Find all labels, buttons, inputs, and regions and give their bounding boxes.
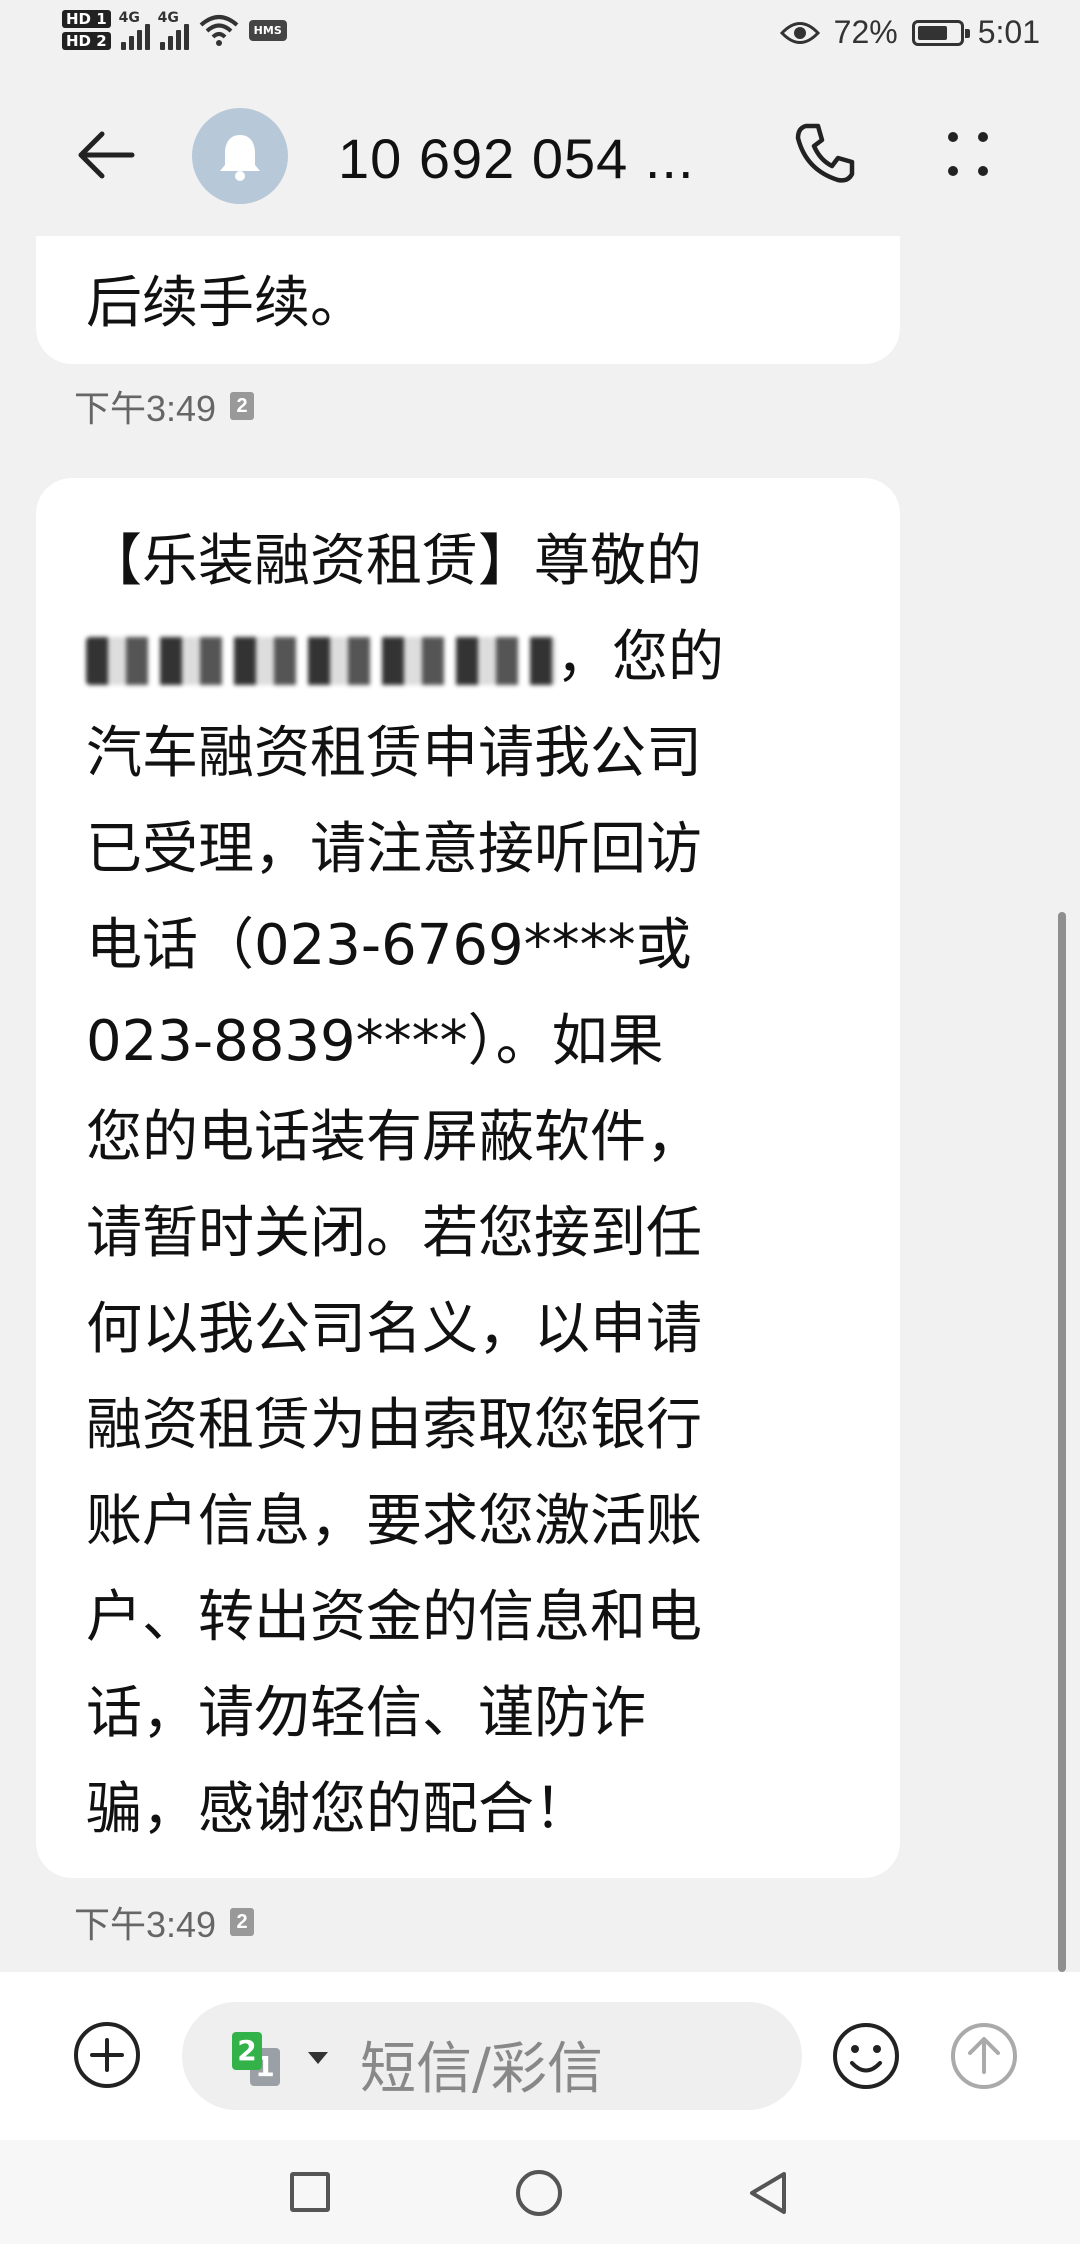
message-line: 户、转出资金的信息和电: [86, 1585, 702, 1650]
battery-icon: [911, 19, 970, 46]
signal-2-icon: 4G: [157, 10, 189, 50]
network-1-label: 4G: [118, 10, 140, 26]
message-2-text: 【乐装融资租赁】尊敬的 ，您的 汽车融资租赁申请我公司 已受理，请注意接听回访 …: [86, 514, 846, 1858]
message-1-text: 后续手续。: [86, 271, 366, 336]
send-icon[interactable]: [948, 2020, 1020, 2092]
message-line: 话，请勿轻信、谨防诈: [86, 1681, 646, 1746]
conversation-header: 10 692 054 ...: [0, 90, 1080, 220]
recents-icon[interactable]: [290, 2172, 330, 2212]
system-nav-bar: [0, 2140, 1080, 2244]
battery-percent: 72%: [833, 14, 898, 50]
message-line: ，您的: [86, 610, 846, 706]
clock: 5:01: [977, 14, 1040, 50]
message-line: 023-8839****）。如果: [86, 1009, 664, 1074]
message-2-meta: 下午3:49 2: [74, 1896, 255, 1948]
sim-front-badge: 2: [232, 2032, 262, 2070]
eye-icon: [779, 21, 820, 44]
wifi-icon: [199, 15, 238, 46]
message-line: 请暂时关闭。若您接到任: [86, 1201, 702, 1266]
network-2-label: 4G: [157, 10, 179, 26]
hd-badges: HD 1 HD 2: [62, 10, 111, 50]
add-attachment-icon[interactable]: [72, 2020, 142, 2090]
status-bar: HD 1 HD 2 4G 4G HMS 72% 5:01: [0, 0, 1080, 80]
composer-bar: 1 2 短信/彩信: [0, 1972, 1080, 2140]
message-input[interactable]: 1 2 短信/彩信: [182, 2002, 802, 2110]
chevron-down-icon[interactable]: [308, 2052, 328, 2064]
message-line: 何以我公司名义，以申请: [86, 1297, 702, 1362]
hms-icon: HMS: [248, 19, 287, 41]
back-arrow-icon[interactable]: [72, 120, 142, 190]
sim-icon: 2: [230, 392, 255, 420]
sim-selector[interactable]: 1 2: [232, 2032, 292, 2086]
redacted-name: [86, 636, 556, 685]
input-placeholder: 短信/彩信: [360, 2037, 603, 2102]
more-icon[interactable]: [940, 120, 1000, 190]
bell-icon: [220, 135, 260, 181]
signal-1-icon: 4G: [118, 10, 150, 50]
home-icon[interactable]: [516, 2170, 562, 2216]
contact-avatar[interactable]: [192, 108, 288, 204]
hd2-badge: HD 2: [62, 32, 111, 50]
hd1-badge: HD 1: [62, 10, 111, 28]
message-1-time: 下午3:49: [74, 388, 217, 429]
message-line: 【乐装融资租赁】尊敬的: [86, 529, 702, 594]
message-line: 融资租赁为由索取您银行: [86, 1393, 702, 1458]
nav-back-icon[interactable]: [744, 2168, 794, 2218]
message-line: 您的电话装有屏蔽软件，: [86, 1105, 702, 1170]
message-bubble-2[interactable]: 【乐装融资租赁】尊敬的 ，您的 汽车融资租赁申请我公司 已受理，请注意接听回访 …: [36, 478, 900, 1878]
message-2-time: 下午3:49: [74, 1904, 217, 1945]
phone-icon[interactable]: [790, 118, 860, 188]
status-right: 72% 5:01: [779, 14, 1040, 51]
message-line: 电话（023-6769****或: [86, 913, 692, 978]
message-bubble-1[interactable]: 后续手续。: [36, 236, 900, 364]
scrollbar[interactable]: [1058, 912, 1066, 1972]
emoji-icon[interactable]: [830, 2020, 902, 2092]
battery-fill: [917, 25, 947, 40]
message-line: 已受理，请注意接听回访: [86, 817, 702, 882]
message-line: 骗，感谢您的配合！: [86, 1777, 590, 1842]
message-line: 汽车融资租赁申请我公司: [86, 721, 702, 786]
status-left: HD 1 HD 2 4G 4G HMS: [62, 10, 287, 50]
contact-title[interactable]: 10 692 054 ...: [338, 126, 695, 191]
message-line: 账户信息，要求您激活账: [86, 1489, 702, 1554]
message-1-meta: 下午3:49 2: [74, 380, 255, 432]
sim-icon: 2: [230, 1908, 255, 1936]
